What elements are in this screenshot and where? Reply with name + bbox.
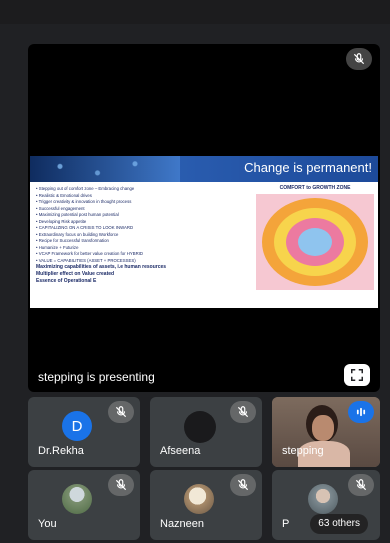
slide-bullets: Stepping out of comfort zone – Embracing… bbox=[36, 186, 232, 285]
slide-title: Change is permanent! bbox=[244, 160, 372, 175]
slide-strong-line: Multiplier effect on Value created bbox=[36, 271, 115, 277]
avatar bbox=[184, 484, 214, 514]
participant-tile-nazneen[interactable]: Nazneen bbox=[150, 470, 262, 540]
participant-tile-drrekha[interactable]: D Dr.Rekha bbox=[28, 397, 140, 467]
participant-tile-afseena[interactable]: Afseena bbox=[150, 397, 262, 467]
fullscreen-icon bbox=[351, 369, 363, 381]
others-count-button[interactable]: 63 others bbox=[310, 514, 368, 534]
slide-header: Change is permanent! bbox=[30, 156, 378, 182]
participant-name: stepping bbox=[282, 445, 324, 457]
zone-diagram-title: COMFORT to GROWTH ZONE bbox=[279, 185, 351, 191]
stage-mic-off-icon bbox=[346, 48, 372, 70]
status-bar bbox=[0, 0, 390, 24]
avatar bbox=[184, 411, 216, 443]
growth-zone-diagram bbox=[256, 194, 374, 290]
avatar-initial: D bbox=[62, 411, 92, 441]
slide-strong-line: Maximizing capabilities of assets, i.e h… bbox=[36, 264, 167, 270]
presenting-label: stepping is presenting bbox=[38, 370, 155, 384]
mic-off-icon bbox=[230, 401, 256, 423]
participant-tile-overflow[interactable]: P 63 others bbox=[272, 470, 380, 540]
participant-name: Dr.Rekha bbox=[38, 445, 84, 457]
avatar bbox=[308, 484, 338, 514]
participant-name: Nazneen bbox=[160, 518, 205, 530]
participant-name: You bbox=[38, 518, 57, 530]
participant-name: P bbox=[282, 518, 290, 530]
mic-off-icon bbox=[108, 401, 134, 423]
avatar bbox=[62, 484, 92, 514]
audio-level-icon bbox=[348, 401, 374, 423]
shared-slide: Change is permanent! Stepping out of com… bbox=[30, 156, 378, 308]
mic-off-icon bbox=[230, 474, 256, 496]
participant-name: Afseena bbox=[160, 445, 201, 457]
mic-off-icon bbox=[348, 474, 374, 496]
slide-banner-image bbox=[30, 156, 180, 182]
mic-off-icon bbox=[108, 474, 134, 496]
participant-tile-you[interactable]: You bbox=[28, 470, 140, 540]
presentation-stage[interactable]: Change is permanent! Stepping out of com… bbox=[28, 44, 380, 392]
slide-strong-line: Essence of Operational E bbox=[36, 278, 97, 284]
fullscreen-button[interactable] bbox=[344, 364, 370, 386]
zone-ring-comfort bbox=[298, 228, 332, 256]
participant-tile-stepping[interactable]: stepping bbox=[272, 397, 380, 467]
